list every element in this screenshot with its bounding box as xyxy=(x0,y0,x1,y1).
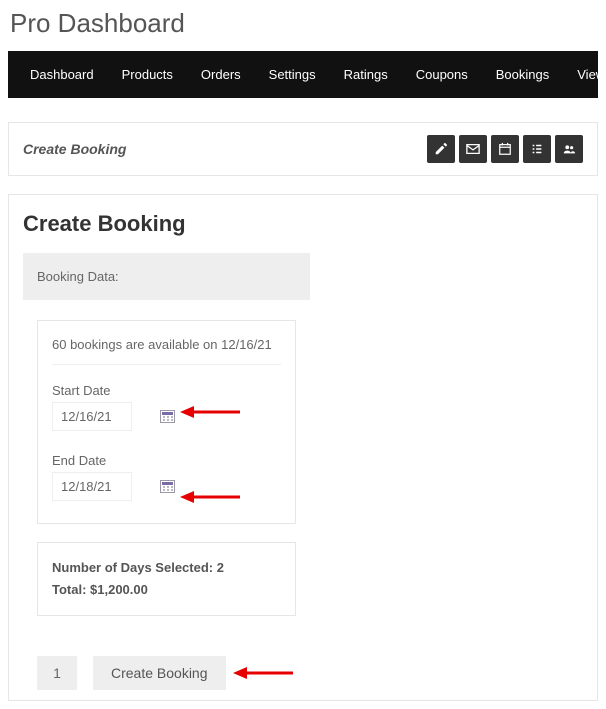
create-booking-button[interactable]: Create Booking xyxy=(93,656,226,690)
section-heading: Booking Data: xyxy=(23,253,310,300)
start-date-picker-icon[interactable] xyxy=(160,410,175,423)
list-icon[interactable] xyxy=(523,135,551,163)
summary-box: Number of Days Selected: 2 Total: $1,200… xyxy=(37,542,296,616)
panel-header: Create Booking xyxy=(8,122,598,176)
calendar-icon[interactable] xyxy=(491,135,519,163)
availability-text: 60 bookings are available on 12/16/21 xyxy=(52,337,281,365)
end-date-input[interactable] xyxy=(52,472,132,501)
date-box: 60 bookings are available on 12/16/21 St… xyxy=(37,320,296,524)
panel-title: Create Booking xyxy=(23,141,126,157)
start-date-label: Start Date xyxy=(52,383,281,398)
action-row: Create Booking xyxy=(37,656,310,690)
nav-products[interactable]: Products xyxy=(108,51,187,98)
form-title: Create Booking xyxy=(23,211,583,237)
nav-settings[interactable]: Settings xyxy=(255,51,330,98)
nav-ratings[interactable]: Ratings xyxy=(330,51,402,98)
main-panel: Create Booking Booking Data: 60 bookings… xyxy=(8,194,598,701)
users-icon[interactable] xyxy=(555,135,583,163)
nav-orders[interactable]: Orders xyxy=(187,51,255,98)
total-text: Total: $1,200.00 xyxy=(52,579,281,601)
end-date-label: End Date xyxy=(52,453,281,468)
quantity-input[interactable] xyxy=(37,656,77,690)
nav-view-store[interactable]: View Store xyxy=(563,51,606,98)
form-area: Booking Data: 60 bookings are available … xyxy=(23,253,310,690)
mail-icon[interactable] xyxy=(459,135,487,163)
annotation-arrow-icon xyxy=(233,666,293,680)
nav-coupons[interactable]: Coupons xyxy=(402,51,482,98)
panel-actions xyxy=(427,135,583,163)
main-nav: Dashboard Products Orders Settings Ratin… xyxy=(8,51,598,98)
days-selected-text: Number of Days Selected: 2 xyxy=(52,557,281,579)
nav-bookings[interactable]: Bookings xyxy=(482,51,563,98)
nav-dashboard[interactable]: Dashboard xyxy=(16,51,108,98)
edit-icon[interactable] xyxy=(427,135,455,163)
start-date-group: Start Date xyxy=(52,383,281,431)
end-date-picker-icon[interactable] xyxy=(160,480,175,493)
page-title: Pro Dashboard xyxy=(0,0,606,51)
start-date-input[interactable] xyxy=(52,402,132,431)
annotation-arrow-icon xyxy=(180,490,240,504)
end-date-group: End Date xyxy=(52,453,281,501)
annotation-arrow-icon xyxy=(180,405,240,419)
